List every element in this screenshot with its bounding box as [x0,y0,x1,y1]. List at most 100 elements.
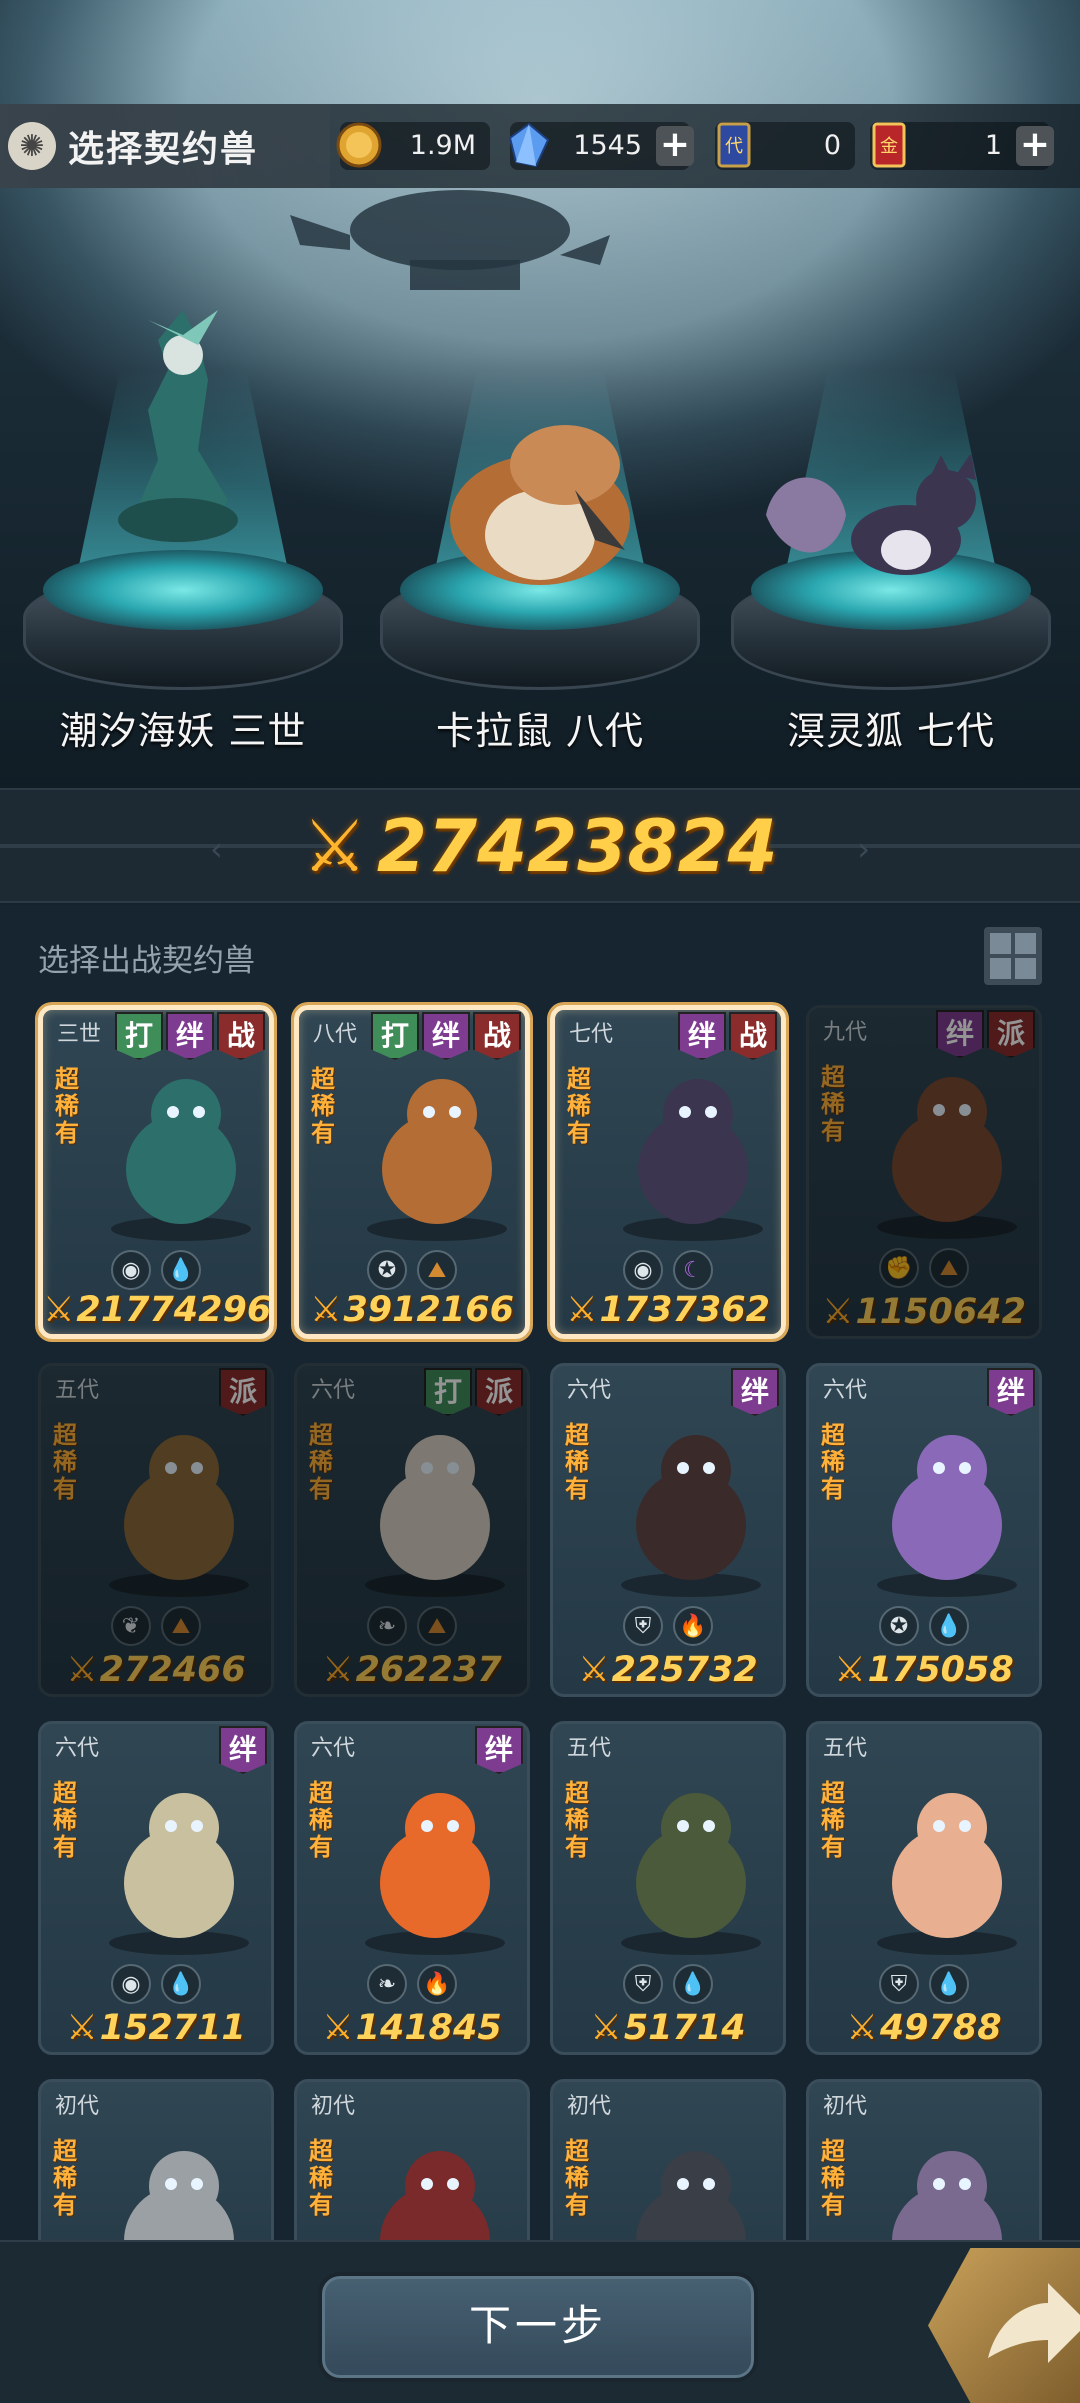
tag-badge-ban: 绊 [678,1012,726,1060]
next-step-button[interactable]: 下一步 [318,2272,758,2382]
pet-generation: 初代 [311,2094,356,2119]
element-icons: ⛨ 🔥 [553,1606,783,1646]
pet-tags: 打绊战 [371,1012,521,1060]
element-icons: ❧ 🔥 [297,1964,527,2004]
shield-icon: ⛨ [623,1606,663,1646]
pet-power: ⚔1150642 [809,1292,1039,1332]
pet-power-value: 49788 [879,2008,1002,2048]
pet-generation: 七代 [569,1022,614,1047]
water-drop-icon: 💧 [929,1964,969,2004]
rarity-label: 超稀有 [53,1421,77,1503]
gear-icon: ✪ [367,1250,407,1290]
sword-power-icon: ⚔ [322,2008,354,2048]
gold-ticket-counter: 金 1 + [870,122,1054,170]
element-icons: ✪ 💧 [809,1606,1039,1646]
shield-icon: ⛨ [623,1964,663,2004]
tag-badge-ban: 绊 [166,1012,214,1060]
tag-badge-ban: 绊 [219,1726,267,1774]
pet-power-value: 152711 [99,2008,246,2048]
pet-generation: 六代 [55,1736,100,1761]
element-icons: ◉ 💧 [43,1250,269,1290]
element-icons: ✪ ⛰ [299,1250,525,1290]
grid-view-toggle[interactable] [984,927,1042,985]
gold-coin-counter: 1.9M [336,122,490,170]
shield-icon: ⛨ [879,1964,919,2004]
element-icons: ❦ ⛰ [41,1606,271,1646]
pet-card[interactable]: 六代 超稀有绊 ❧ 🔥 ⚔141845 [294,1721,530,2055]
gold-ticket-add-button[interactable]: + [1016,126,1054,166]
pet-card[interactable]: 八代 超稀有打绊战 ✪ ⛰ ⚔3912166 [294,1005,530,1339]
pet-portrait [877,1435,1017,1597]
rarity-label: 超稀有 [53,1779,77,1861]
pedestal-slot-2[interactable]: 卡拉鼠 八代 [375,370,705,753]
tag-badge-pai: 派 [987,1010,1035,1058]
pet-power: ⚔175058 [809,1650,1039,1690]
water-drop-icon: 💧 [161,1964,201,2004]
crystal-icon [508,122,550,168]
earth-icon: ⛰ [417,1606,457,1646]
pet-generation: 初代 [823,2094,868,2119]
pet-card[interactable]: 九代 超稀有绊派 ✊ ⛰ ⚔1150642 [806,1005,1042,1339]
pet-power-value: 1150642 [855,1292,1026,1332]
pet-card[interactable]: 六代 超稀有绊 ✪ 💧 ⚔175058 [806,1363,1042,1697]
pet-card[interactable]: 五代 超稀有 ⛨ 💧 ⚔49788 [806,1721,1042,2055]
pet-portrait [109,1435,249,1597]
pedestal-pet-name: 溟灵狐 七代 [786,709,996,753]
pet-generation: 三世 [57,1022,102,1047]
element-icons: ◉ ☾ [555,1250,781,1290]
pet-card[interactable]: 六代 超稀有打派 ❧ ⛰ ⚔262237 [294,1363,530,1697]
sprout-icon: ❧ [367,1964,407,2004]
pet-card[interactable]: 三世 超稀有打绊战 ◉ 💧 ⚔21774296 [38,1005,274,1339]
fire-icon: 🔥 [417,1964,457,2004]
tag-badge-ban: 绊 [987,1368,1035,1416]
rarity-label: 超稀有 [567,1065,591,1147]
grid-cell-icon [990,933,1011,954]
pet-portrait [623,1079,763,1241]
sea-siren-creature [118,310,238,542]
pet-portrait [111,1079,251,1241]
pet-card[interactable]: 七代 超稀有绊战 ◉ ☾ ⚔1737362 [550,1005,786,1339]
pet-power-value: 51714 [623,2008,746,2048]
pet-generation: 五代 [823,1736,868,1761]
svg-text:金: 金 [880,136,898,157]
top-bar: ✺ 选择契约兽 1.9M 1545 + 代 0 金 1 + [0,104,1080,188]
pet-power-value: 262237 [355,1650,502,1690]
element-icons: ⛨ 💧 [553,1964,783,2004]
pet-power-value: 3912166 [343,1290,514,1330]
pet-portrait [877,1793,1017,1955]
total-power-display: ⚔ 27423824 [0,804,1080,888]
pedestal-slot-3[interactable]: 溟灵狐 七代 [726,370,1056,753]
pet-card[interactable]: 六代 超稀有绊 ⛨ 🔥 ⚔225732 [550,1363,786,1697]
pet-power-value: 21774296 [76,1290,272,1330]
pedestal-pet-name: 潮汐海妖 三世 [59,709,307,753]
pet-power: ⚔152711 [41,2008,271,2048]
pet-card[interactable]: 六代超稀有 绊 ◉ 💧 ⚔152711 [38,1721,274,2055]
grid-cell-icon [990,958,1011,979]
pet-power: ⚔51714 [553,2008,783,2048]
pedestal-slot-1[interactable]: 潮汐海妖 三世 [18,310,348,753]
pet-power: ⚔49788 [809,2008,1039,2048]
pet-tags: 绊派 [936,1010,1035,1058]
sword-power-icon: ⚔ [310,1290,342,1330]
crystal-add-button[interactable]: + [656,126,694,166]
tag-badge-pai: 派 [219,1368,267,1416]
pet-power-value: 1737362 [599,1290,770,1330]
kala-mouse-creature [450,425,630,585]
element-icons: ✊ ⛰ [809,1248,1039,1288]
sword-power-icon: ⚔ [578,1650,610,1690]
eye-icon: ◉ [111,1964,151,2004]
pet-generation: 五代 [55,1378,100,1403]
rarity-label: 超稀有 [821,1421,845,1503]
pet-portrait [367,1079,507,1241]
nether-fox-creature [766,455,976,575]
pet-power: ⚔1737362 [555,1290,781,1330]
pet-card[interactable]: 五代超稀有 派 ❦ ⛰ ⚔272466 [38,1363,274,1697]
pet-power: ⚔141845 [297,2008,527,2048]
pet-selection-section: 选择出战契约兽 三世 超稀有打绊战 ◉ 💧 ⚔21774296 八代 超稀有打绊战 ✪ ⛰ ⚔39… [0,905,1080,2319]
pet-card[interactable]: 五代 超稀有 ⛨ 💧 ⚔51714 [550,1721,786,2055]
pet-power-value: 272466 [99,1650,246,1690]
pet-portrait [877,1077,1017,1239]
sword-power-icon: ⚔ [66,1650,98,1690]
page-title: 选择契约兽 [68,129,259,170]
pet-portrait [621,1793,761,1955]
